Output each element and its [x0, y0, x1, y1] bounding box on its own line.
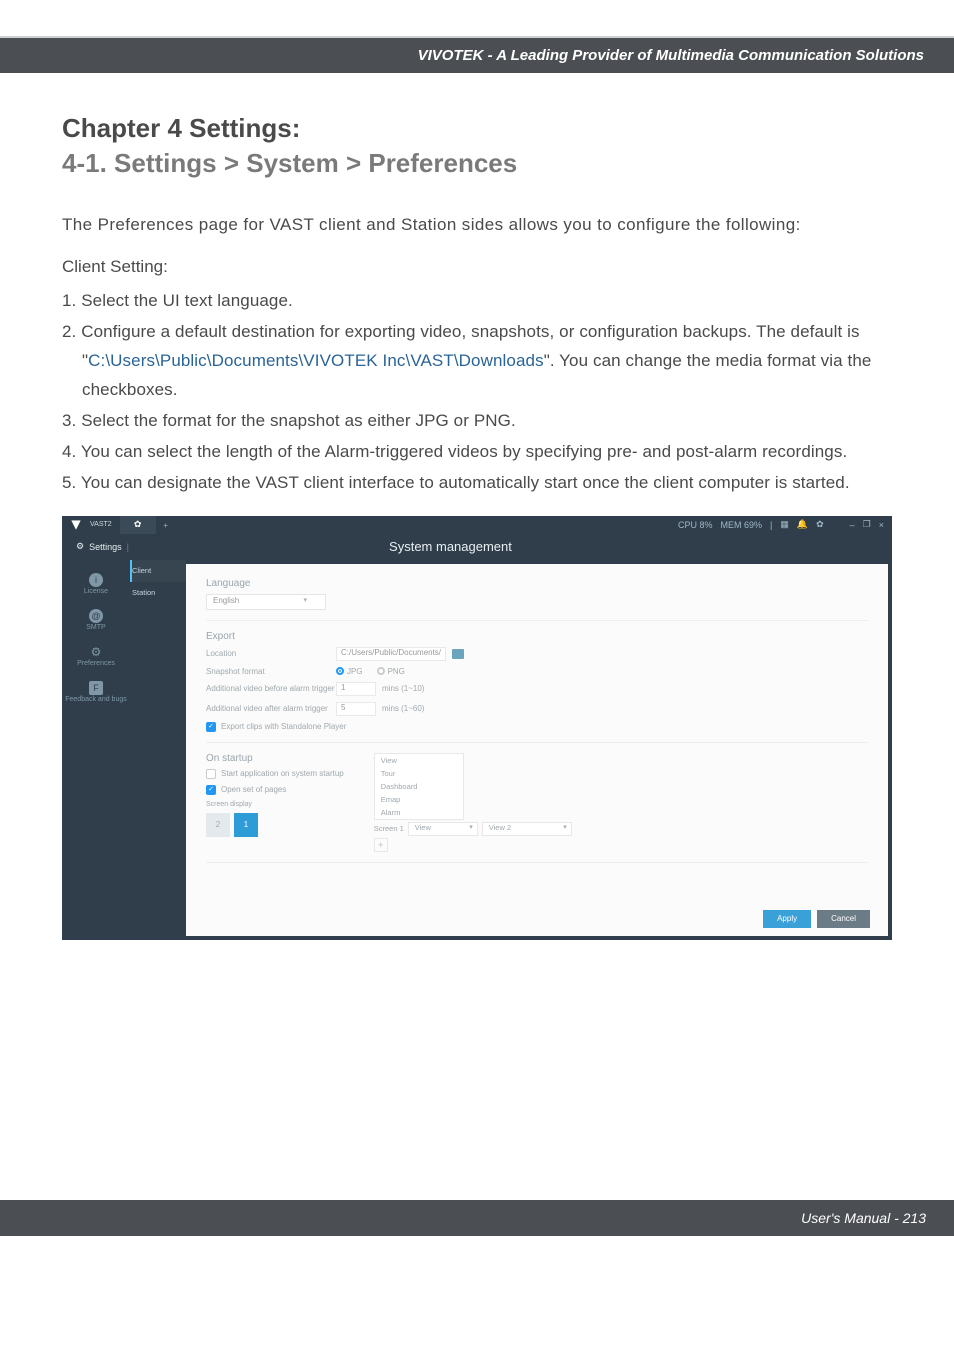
post-alarm-hint: mins (1~60)	[382, 704, 424, 713]
app-name: VAST2	[90, 521, 112, 528]
instruction-list: 1. Select the UI text language. 2. Confi…	[62, 287, 892, 497]
chapter-heading-1: Chapter 4 Settings:	[62, 113, 892, 144]
page-type-listbox[interactable]: View Tour Dashboard Emap Alarm	[374, 753, 464, 820]
location-input[interactable]: C:/Users/Public/Documents/	[336, 647, 446, 661]
subtab-client[interactable]: Client	[130, 560, 186, 582]
pre-alarm-hint: mins (1~10)	[382, 684, 424, 693]
client-setting-label: Client Setting:	[62, 257, 892, 277]
radio-png-label: PNG	[388, 667, 405, 676]
open-pages-checkbox[interactable]: ✓	[206, 785, 216, 795]
default-path: C:\Users\Public\Documents\VIVOTEK Inc\VA…	[88, 351, 544, 370]
pre-alarm-input[interactable]: 1	[336, 682, 376, 696]
start-on-startup-checkbox[interactable]	[206, 769, 216, 779]
apply-button[interactable]: Apply	[763, 910, 811, 928]
language-select[interactable]: English	[206, 594, 326, 610]
tab-settings-gear[interactable]: ✿	[120, 516, 156, 534]
section-language: Language	[206, 578, 868, 589]
cancel-button[interactable]: Cancel	[817, 910, 870, 928]
screen1-view-select[interactable]: View 2	[482, 822, 572, 836]
post-alarm-input[interactable]: 5	[336, 702, 376, 716]
tab-add-button[interactable]: +	[156, 516, 176, 534]
export-clips-label: Export clips with Standalone Player	[221, 722, 346, 731]
screen-chip-2[interactable]: 2	[206, 813, 230, 837]
window-min-icon[interactable]: –	[850, 520, 855, 530]
list-item: 1. Select the UI text language.	[62, 287, 892, 316]
post-alarm-label: Additional video after alarm trigger	[206, 704, 336, 713]
page-footer: User's Manual - 213	[0, 1200, 954, 1236]
banner: VIVOTEK - A Leading Provider of Multimed…	[0, 38, 954, 73]
list-item: 2. Configure a default destination for e…	[62, 318, 892, 405]
cpu-stat: CPU 8%	[678, 520, 713, 530]
location-label: Location	[206, 649, 336, 658]
radio-png[interactable]	[377, 667, 385, 675]
sidebar-item-preferences[interactable]: ⚙Preferences	[62, 638, 130, 674]
add-screen-button[interactable]: +	[374, 838, 388, 852]
gear-icon: ⚙	[76, 541, 84, 552]
window-max-icon[interactable]: ❐	[863, 519, 871, 530]
chapter-heading-2: 4-1. Settings > System > Preferences	[62, 148, 892, 179]
folder-browse-icon[interactable]	[452, 649, 464, 659]
screen-display-label: Screen display	[206, 801, 344, 808]
screen1-label: Screen 1	[374, 824, 404, 833]
pre-alarm-label: Additional video before alarm trigger	[206, 684, 336, 693]
bell-icon[interactable]: 🔔	[797, 519, 808, 530]
page-title: System management	[129, 539, 892, 554]
list-item: 4. You can select the length of the Alar…	[62, 438, 892, 467]
export-clips-checkbox[interactable]: ✓	[206, 722, 216, 732]
start-on-startup-label: Start application on system startup	[221, 769, 344, 778]
subtab-station[interactable]: Station	[130, 582, 186, 604]
intro-text: The Preferences page for VAST client and…	[62, 209, 892, 241]
snapshot-format-label: Snapshot format	[206, 667, 336, 676]
app-logo-icon	[71, 520, 81, 530]
screen-chip-1[interactable]: 1	[234, 813, 258, 837]
section-startup: On startup	[206, 753, 344, 764]
gear-icon[interactable]: ✿	[816, 519, 824, 530]
screen1-type-select[interactable]: View	[408, 822, 478, 836]
app-screenshot: VAST2 ✿ + CPU 8% MEM 69% | ▦ 🔔 ✿ – ❐ × ⚙…	[62, 516, 892, 940]
open-pages-label: Open set of pages	[221, 785, 286, 794]
section-export: Export	[206, 631, 868, 642]
sidebar-item-feedback[interactable]: FFeedback and bugs	[62, 674, 130, 710]
list-item: 3. Select the format for the snapshot as…	[62, 407, 892, 436]
mem-stat: MEM 69%	[721, 520, 763, 530]
grid-icon[interactable]: ▦	[780, 519, 789, 530]
list-item: 5. You can designate the VAST client int…	[62, 469, 892, 498]
radio-jpg[interactable]	[336, 667, 344, 675]
radio-jpg-label: JPG	[347, 667, 363, 676]
sidebar-item-license[interactable]: iLicense	[62, 566, 130, 602]
breadcrumb-settings[interactable]: Settings	[89, 542, 122, 552]
sidebar-item-smtp[interactable]: @SMTP	[62, 602, 130, 638]
window-close-icon[interactable]: ×	[879, 520, 884, 530]
